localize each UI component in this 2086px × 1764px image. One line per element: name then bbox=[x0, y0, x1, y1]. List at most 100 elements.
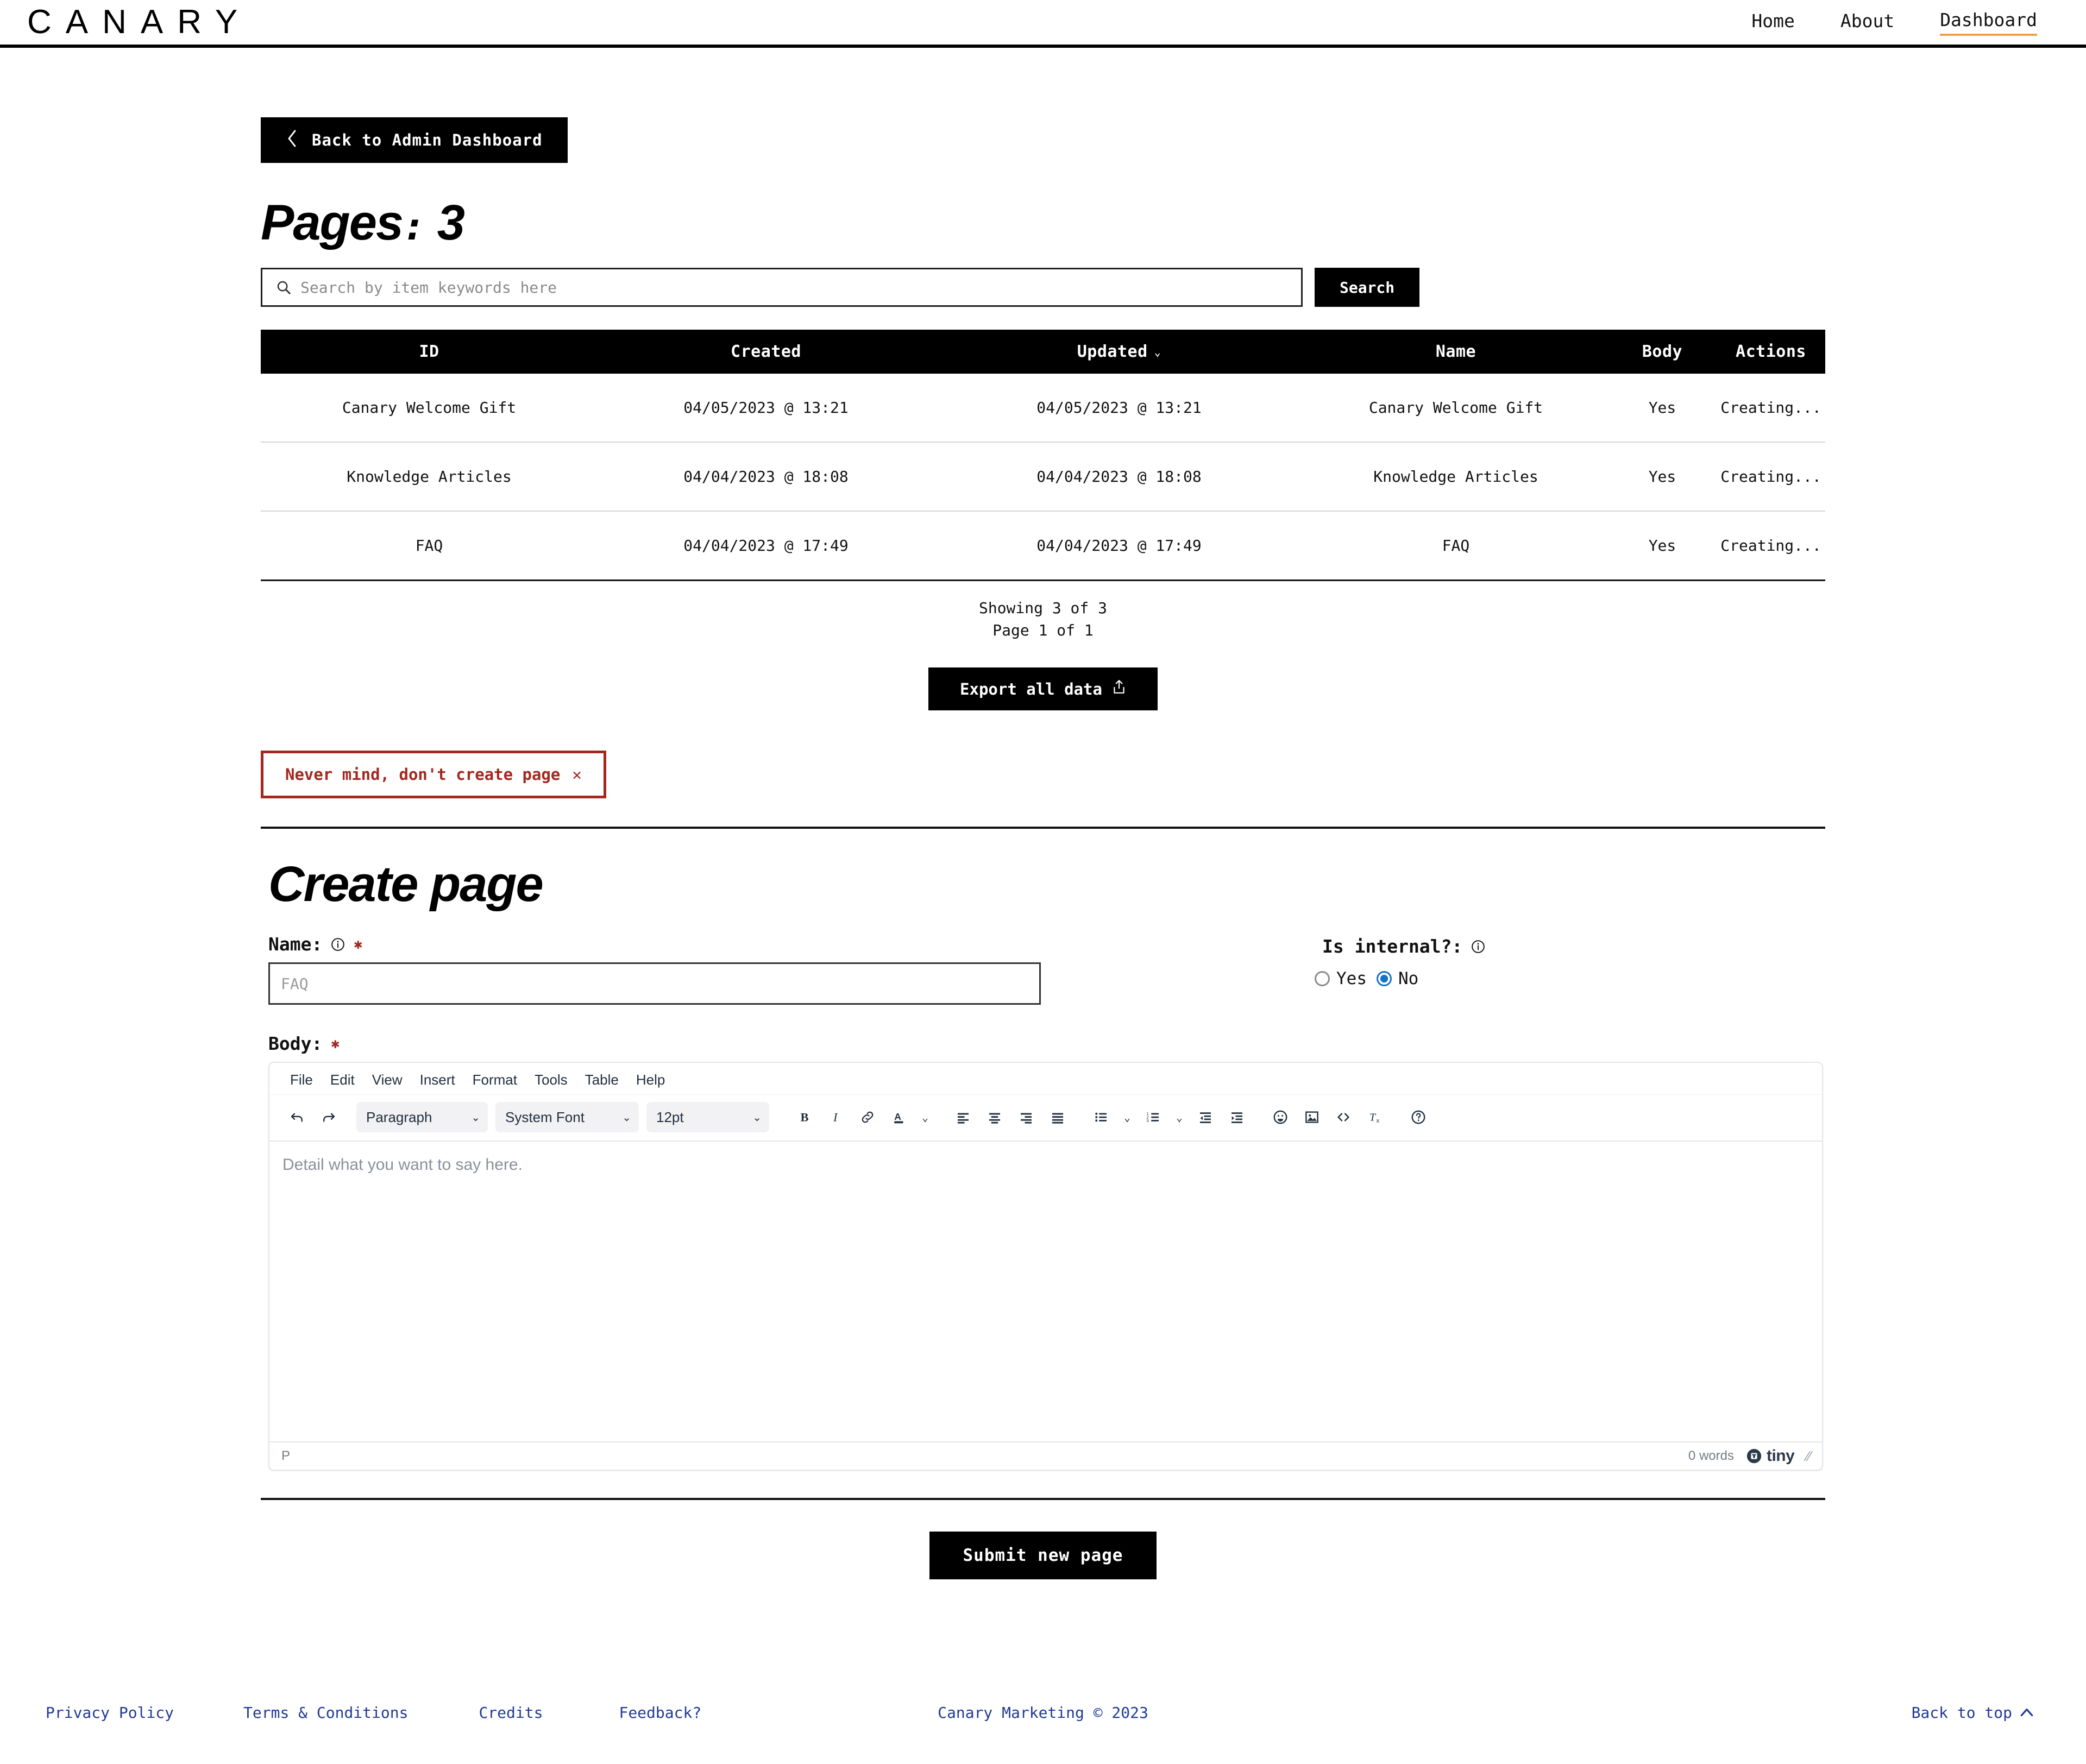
emoji-icon[interactable] bbox=[1265, 1101, 1296, 1133]
editor-menu-view[interactable]: View bbox=[363, 1068, 411, 1091]
redo-icon[interactable] bbox=[313, 1101, 344, 1133]
footer-links: Privacy Policy Terms & Conditions Credit… bbox=[38, 1704, 701, 1722]
svg-text:x: x bbox=[1377, 1118, 1380, 1124]
editor-menu-tools[interactable]: Tools bbox=[526, 1068, 576, 1091]
svg-text:A: A bbox=[894, 1111, 901, 1122]
upload-icon bbox=[1112, 679, 1126, 698]
table-row[interactable]: Canary Welcome Gift 04/05/2023 @ 13:21 0… bbox=[261, 374, 1825, 443]
align-center-icon[interactable] bbox=[979, 1101, 1010, 1133]
submit-new-page-button[interactable]: Submit new page bbox=[929, 1532, 1157, 1580]
cell-body: Yes bbox=[1608, 511, 1717, 581]
table-row[interactable]: FAQ 04/04/2023 @ 17:49 04/04/2023 @ 17:4… bbox=[261, 511, 1825, 581]
back-button-label: Back to Admin Dashboard bbox=[312, 131, 543, 149]
cancel-create-page-button[interactable]: Never mind, don't create page ✕ bbox=[261, 751, 606, 799]
editor-content-area[interactable]: Detail what you want to say here. bbox=[269, 1142, 1822, 1442]
text-color-chevron-down-icon[interactable]: ⌄ bbox=[915, 1101, 935, 1133]
align-left-icon[interactable] bbox=[947, 1101, 979, 1133]
radio-no-indicator[interactable] bbox=[1377, 971, 1392, 987]
cell-action[interactable]: Creating... bbox=[1717, 374, 1825, 443]
column-header-body[interactable]: Body bbox=[1608, 330, 1717, 374]
editor-menu-table[interactable]: Table bbox=[576, 1068, 627, 1091]
radio-option-yes[interactable]: Yes bbox=[1315, 969, 1367, 988]
column-header-created[interactable]: Created bbox=[598, 330, 934, 374]
brand-logo[interactable]: CANARY bbox=[16, 5, 252, 39]
font-family-select[interactable]: System Font ⌄ bbox=[495, 1102, 639, 1133]
link-icon[interactable] bbox=[852, 1101, 883, 1133]
name-input[interactable] bbox=[268, 962, 1041, 1005]
numbered-list-chevron-down-icon[interactable]: ⌄ bbox=[1169, 1101, 1190, 1133]
cell-action[interactable]: Creating... bbox=[1717, 511, 1825, 581]
block-format-select[interactable]: Paragraph ⌄ bbox=[356, 1102, 488, 1133]
editor-menu-edit[interactable]: Edit bbox=[322, 1068, 363, 1091]
cell-created: 04/05/2023 @ 13:21 bbox=[598, 374, 934, 443]
rich-text-editor: File Edit View Insert Format Tools Table… bbox=[268, 1062, 1823, 1471]
radio-yes-label: Yes bbox=[1336, 969, 1367, 989]
pages-table: ID Created Updated ⌄ Name Body Actions C… bbox=[261, 330, 1825, 581]
outdent-icon[interactable] bbox=[1190, 1101, 1221, 1133]
info-icon[interactable] bbox=[331, 937, 345, 952]
back-to-top-link[interactable]: Back to top bbox=[1912, 1704, 2034, 1722]
search-button[interactable]: Search bbox=[1315, 268, 1420, 307]
column-header-updated[interactable]: Updated ⌄ bbox=[934, 330, 1304, 374]
search-bar: Search bbox=[261, 268, 1825, 307]
export-all-data-button[interactable]: Export all data bbox=[928, 667, 1158, 711]
bullet-list-icon[interactable] bbox=[1085, 1101, 1117, 1133]
image-icon[interactable] bbox=[1296, 1101, 1328, 1133]
editor-element-path[interactable]: P bbox=[281, 1448, 290, 1464]
bold-icon[interactable]: B bbox=[789, 1101, 820, 1133]
page-title: Pages: 3 bbox=[261, 194, 1825, 251]
page-title-text: Pages bbox=[261, 195, 404, 250]
editor-menu-file[interactable]: File bbox=[281, 1068, 322, 1091]
italic-icon[interactable]: I bbox=[820, 1101, 852, 1133]
footer-link-terms-conditions[interactable]: Terms & Conditions bbox=[243, 1704, 408, 1722]
radio-yes-indicator[interactable] bbox=[1315, 971, 1330, 987]
column-header-updated-label: Updated bbox=[1077, 342, 1148, 361]
main-nav: Home About Dashboard bbox=[1751, 9, 2043, 36]
footer-link-privacy-policy[interactable]: Privacy Policy bbox=[46, 1704, 174, 1722]
text-color-icon[interactable]: A bbox=[883, 1101, 915, 1133]
create-page-form: Name: ✱ Is intern bbox=[261, 934, 1825, 1005]
close-icon: ✕ bbox=[572, 765, 582, 784]
table-row[interactable]: Knowledge Articles 04/04/2023 @ 18:08 04… bbox=[261, 442, 1825, 512]
clear-formatting-icon[interactable]: T x bbox=[1359, 1101, 1391, 1133]
cell-body: Yes bbox=[1608, 374, 1717, 443]
editor-menu-format[interactable]: Format bbox=[464, 1068, 526, 1091]
nav-link-home[interactable]: Home bbox=[1751, 10, 1794, 35]
body-label-text: Body: bbox=[268, 1033, 323, 1055]
footer-link-credits[interactable]: Credits bbox=[479, 1704, 543, 1722]
cancel-button-label: Never mind, don't create page bbox=[285, 765, 561, 784]
bullet-list-chevron-down-icon[interactable]: ⌄ bbox=[1117, 1101, 1138, 1133]
nav-link-dashboard[interactable]: Dashboard bbox=[1940, 9, 2037, 36]
info-icon[interactable] bbox=[1471, 940, 1485, 954]
radio-option-no[interactable]: No bbox=[1377, 969, 1418, 988]
indent-icon[interactable] bbox=[1221, 1101, 1253, 1133]
column-header-name[interactable]: Name bbox=[1304, 330, 1608, 374]
column-header-id[interactable]: ID bbox=[261, 330, 598, 374]
svg-text:B: B bbox=[801, 1111, 809, 1124]
editor-menu-help[interactable]: Help bbox=[627, 1068, 674, 1091]
footer-copyright: Canary Marketing © 2023 bbox=[938, 1703, 1148, 1722]
block-format-value: Paragraph bbox=[366, 1108, 432, 1125]
cell-id: FAQ bbox=[261, 511, 598, 581]
nav-link-about[interactable]: About bbox=[1840, 10, 1894, 35]
align-right-icon[interactable] bbox=[1010, 1101, 1042, 1133]
undo-icon[interactable] bbox=[281, 1101, 313, 1133]
editor-word-count: 0 words bbox=[1688, 1448, 1734, 1464]
editor-menu-insert[interactable]: Insert bbox=[411, 1068, 464, 1091]
is-internal-label-text: Is internal?: bbox=[1322, 936, 1463, 957]
table-body: Canary Welcome Gift 04/05/2023 @ 13:21 0… bbox=[261, 374, 1825, 581]
align-justify-icon[interactable] bbox=[1042, 1101, 1073, 1133]
search-input[interactable] bbox=[299, 278, 1288, 297]
tiny-brand-logo[interactable]: tiny bbox=[1746, 1447, 1795, 1465]
cell-name: Canary Welcome Gift bbox=[1304, 374, 1608, 443]
numbered-list-icon[interactable]: 1 2 3 bbox=[1138, 1101, 1169, 1133]
editor-resize-handle[interactable]: ⁄⁄ bbox=[1806, 1449, 1811, 1463]
font-size-select[interactable]: 12pt ⌄ bbox=[646, 1102, 769, 1133]
editor-status-right: 0 words tiny ⁄⁄ bbox=[1688, 1447, 1811, 1465]
form-left-column: Name: ✱ bbox=[261, 934, 1048, 1005]
help-icon[interactable] bbox=[1403, 1101, 1434, 1133]
cell-action[interactable]: Creating... bbox=[1717, 442, 1825, 512]
source-code-icon[interactable] bbox=[1328, 1101, 1359, 1133]
footer-link-feedback[interactable]: Feedback? bbox=[619, 1704, 701, 1722]
back-to-admin-dashboard-button[interactable]: Back to Admin Dashboard bbox=[261, 117, 568, 163]
